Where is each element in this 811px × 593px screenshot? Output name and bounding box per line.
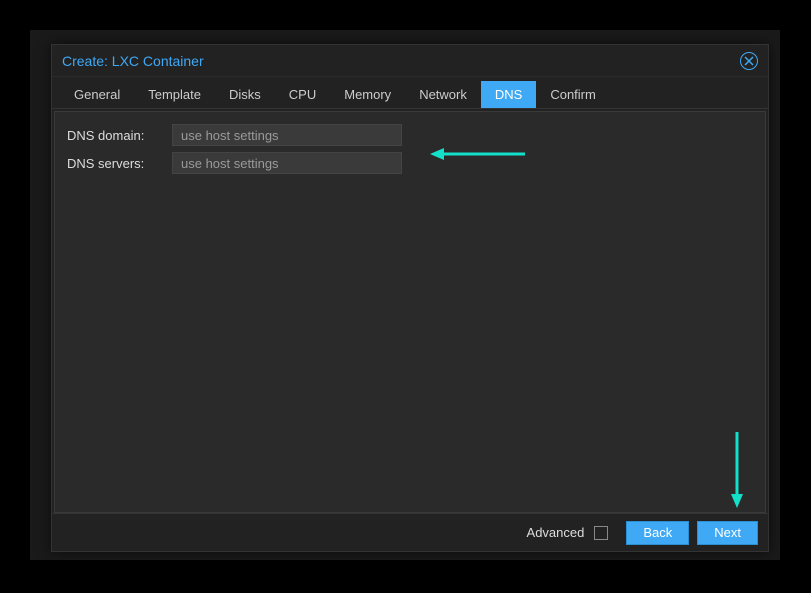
advanced-checkbox[interactable] <box>594 526 608 540</box>
tab-bar: General Template Disks CPU Memory Networ… <box>52 77 768 109</box>
tab-confirm[interactable]: Confirm <box>536 81 610 108</box>
tab-general[interactable]: General <box>60 81 134 108</box>
tab-network[interactable]: Network <box>405 81 481 108</box>
dialog-footer: Advanced Back Next <box>52 513 768 551</box>
dns-servers-input[interactable] <box>172 152 402 174</box>
dns-servers-label: DNS servers: <box>67 156 172 171</box>
advanced-label: Advanced <box>527 525 585 540</box>
dns-domain-row: DNS domain: <box>67 124 753 146</box>
dialog-title: Create: LXC Container <box>62 53 204 69</box>
tab-template[interactable]: Template <box>134 81 215 108</box>
tab-dns[interactable]: DNS <box>481 81 536 108</box>
dns-domain-label: DNS domain: <box>67 128 172 143</box>
next-button[interactable]: Next <box>697 521 758 545</box>
dialog-header: Create: LXC Container <box>52 45 768 77</box>
dns-domain-input[interactable] <box>172 124 402 146</box>
tab-disks[interactable]: Disks <box>215 81 275 108</box>
back-button[interactable]: Back <box>626 521 689 545</box>
create-container-dialog: Create: LXC Container General Template D… <box>51 44 769 552</box>
tab-cpu[interactable]: CPU <box>275 81 330 108</box>
tab-memory[interactable]: Memory <box>330 81 405 108</box>
close-icon[interactable] <box>740 52 758 70</box>
tab-content: DNS domain: DNS servers: <box>54 111 766 513</box>
dns-servers-row: DNS servers: <box>67 152 753 174</box>
